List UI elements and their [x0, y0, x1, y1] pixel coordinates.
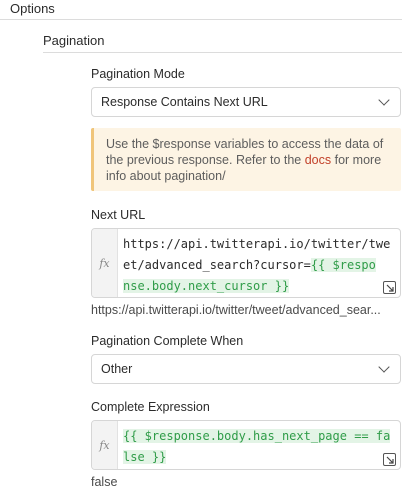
options-section-title: Options	[10, 1, 55, 16]
next-url-label: Next URL	[91, 208, 146, 222]
pagination-mode-value: Response Contains Next URL	[101, 95, 268, 109]
complete-expression-editor[interactable]: fx {{ $response.body.has_next_page == fa…	[91, 420, 401, 470]
complete-expression-label: Complete Expression	[91, 400, 210, 414]
expand-editor-icon[interactable]	[383, 453, 396, 466]
pagination-section-title: Pagination	[43, 33, 105, 48]
next-url-preview: https://api.twitterapi.io/twitter/tweet/…	[91, 303, 381, 317]
code-line-2-template: lse }}	[123, 450, 167, 464]
code-line-2-template: {{ $respo	[310, 258, 376, 272]
docs-link[interactable]: docs	[305, 153, 331, 167]
code-line-3-template: nse.body.next_cursor }}	[123, 279, 290, 293]
pagination-mode-label: Pagination Mode	[91, 67, 185, 81]
code-line-2-plain: et/advanced_search?cursor=	[123, 258, 311, 272]
next-url-code: https://api.twitterapi.io/twitter/twe et…	[123, 234, 394, 297]
pagination-mode-select[interactable]: Response Contains Next URL	[91, 87, 401, 117]
complete-expression-preview: false	[91, 475, 118, 489]
code-line-1: https://api.twitterapi.io/twitter/twe	[123, 237, 391, 251]
code-line-1-template: {{ $response.body.has_next_page == fa	[123, 429, 391, 443]
chevron-down-icon	[378, 94, 390, 106]
chevron-down-icon	[378, 361, 390, 373]
next-url-expression-editor[interactable]: fx https://api.twitterapi.io/twitter/twe…	[91, 228, 401, 298]
options-divider	[0, 19, 402, 20]
fx-icon: fx	[92, 229, 118, 297]
pagination-complete-when-value: Other	[101, 362, 133, 376]
fx-icon: fx	[92, 421, 118, 469]
pagination-divider	[43, 52, 402, 53]
complete-expression-code: {{ $response.body.has_next_page == fa ls…	[123, 426, 394, 468]
pagination-complete-when-select[interactable]: Other	[91, 354, 401, 384]
pagination-complete-when-label: Pagination Complete When	[91, 334, 244, 348]
expand-editor-icon[interactable]	[383, 281, 396, 294]
pagination-info-notice: Use the $response variables to access th…	[91, 128, 401, 191]
